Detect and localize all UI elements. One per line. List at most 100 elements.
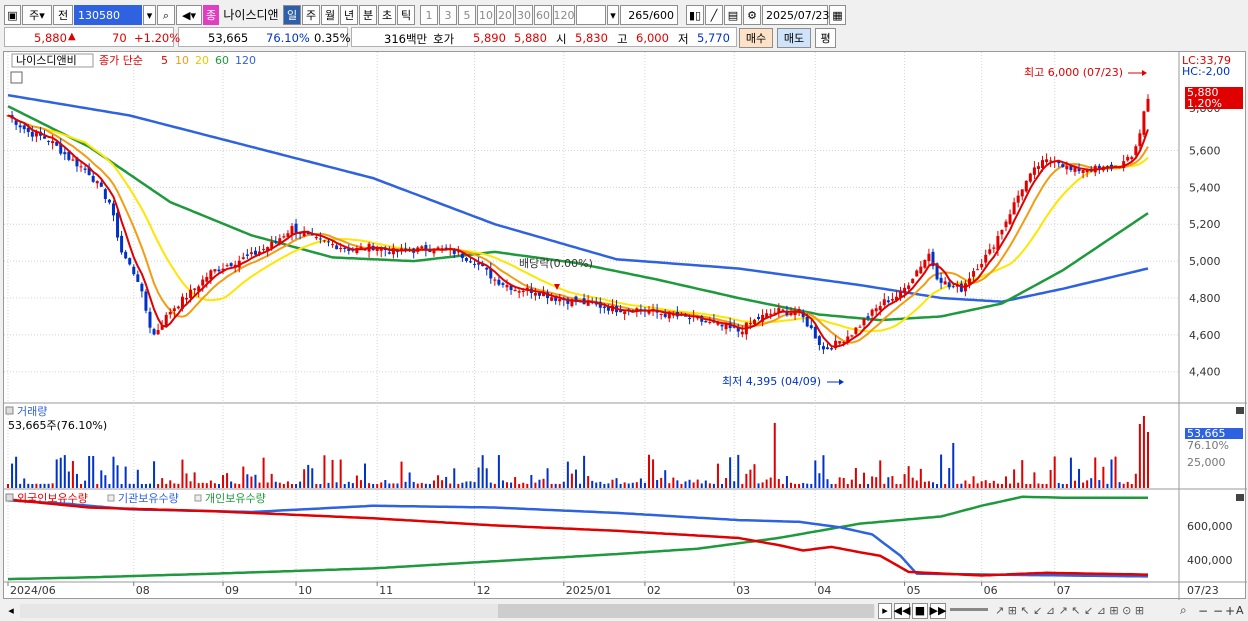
- mode-select[interactable]: 전: [53, 5, 73, 25]
- volume-bar: [664, 470, 667, 488]
- screen-icon[interactable]: ▣: [4, 5, 21, 25]
- volume-bar: [416, 483, 419, 488]
- interval-tab[interactable]: 5: [458, 5, 476, 25]
- zoom-search-icon[interactable]: ⌕: [1180, 603, 1187, 618]
- volume-bar: [299, 481, 302, 488]
- candle-body: [817, 336, 821, 345]
- volume-bar: [359, 480, 362, 488]
- rewind-icon[interactable]: ◀◀: [894, 602, 910, 619]
- zoom-out-icon[interactable]: −: [1198, 604, 1208, 618]
- scrollbar-track[interactable]: [20, 603, 875, 618]
- interval-dropdown-icon[interactable]: ▾: [607, 5, 619, 25]
- holdings-panel-icon[interactable]: [5, 493, 14, 502]
- interval-tab[interactable]: 3: [439, 5, 457, 25]
- period-tab[interactable]: 틱: [397, 5, 415, 25]
- speaker-icon[interactable]: ◀▾: [176, 5, 202, 25]
- font-size-icon[interactable]: A: [1236, 604, 1244, 617]
- volume-bar: [59, 457, 62, 488]
- period-tab[interactable]: 초: [378, 5, 396, 25]
- interval-tab[interactable]: 1: [420, 5, 438, 25]
- x-tick-label: 02: [647, 584, 661, 597]
- sell-button[interactable]: 매도: [777, 28, 811, 48]
- eval-button[interactable]: 평: [815, 28, 836, 48]
- type-select[interactable]: 주 ▾: [22, 5, 52, 25]
- period-tab[interactable]: 월: [321, 5, 339, 25]
- count-field[interactable]: 265/600: [620, 5, 678, 25]
- stock-name: 나이스디앤: [223, 8, 279, 22]
- holdings-close-icon[interactable]: [1236, 494, 1244, 501]
- volume-bar: [599, 481, 602, 488]
- candle-body: [903, 287, 907, 293]
- volume-bar: [295, 483, 298, 488]
- period-tab[interactable]: 년: [340, 5, 358, 25]
- volume-bar: [1045, 483, 1048, 488]
- volume-bar: [976, 483, 979, 488]
- volume-bar: [1069, 457, 1072, 488]
- gear-icon[interactable]: ⚙: [743, 5, 761, 25]
- indiv-legend: 개인보유수량: [205, 492, 266, 505]
- candle-body: [464, 257, 468, 261]
- interval-tab[interactable]: 60: [534, 5, 552, 25]
- volume-bar: [331, 459, 334, 488]
- volume-bar: [1078, 468, 1081, 488]
- search-icon[interactable]: ⌕: [157, 5, 175, 25]
- candle-body: [290, 226, 294, 235]
- volume-bar: [810, 483, 813, 488]
- volume-bar: [1013, 469, 1016, 488]
- volume-bar: [124, 466, 127, 488]
- candle-body: [882, 299, 886, 306]
- candle-body: [1130, 157, 1134, 159]
- forward-icon[interactable]: ▶▶: [930, 602, 946, 619]
- scroll-left-icon[interactable]: ◂: [4, 603, 18, 619]
- interval-tab[interactable]: 10: [477, 5, 495, 25]
- date-field[interactable]: 2025/07/23: [762, 5, 829, 25]
- bottom-bar: ◂ ▸ ◀◀ ■ ▶▶ ↗ ⊞ ↖ ↙ ⊿ ↗ ↖ ↙ ⊿ ⊞ ⊙ ⊞ ⌕ − …: [0, 600, 1248, 621]
- zoom-minus-icon[interactable]: −: [1213, 604, 1223, 618]
- volume-panel-icon[interactable]: [5, 406, 14, 415]
- draw-tools-icon[interactable]: ↗ ⊞ ↖ ↙ ⊿ ↗ ↖ ↙ ⊿ ⊞ ⊙ ⊞: [995, 604, 1144, 617]
- volume-bar: [189, 481, 192, 488]
- volume-bar: [15, 456, 18, 488]
- interval-input[interactable]: [576, 5, 606, 25]
- volume-bar: [153, 461, 156, 488]
- candle-body: [172, 308, 176, 312]
- volume-bar: [424, 483, 427, 488]
- volume-bar: [761, 482, 764, 488]
- period-tab[interactable]: 일: [283, 5, 301, 25]
- candle-body: [497, 279, 501, 285]
- scrollbar-thumb[interactable]: [498, 603, 874, 618]
- interval-tab[interactable]: 30: [515, 5, 533, 25]
- zoom-in-icon[interactable]: +: [1225, 604, 1235, 618]
- candle-body: [623, 311, 627, 315]
- code-input[interactable]: 130580: [74, 5, 142, 25]
- volume-bar: [501, 480, 504, 488]
- volume-bar: [222, 475, 225, 488]
- open-price: 5,830: [575, 31, 608, 45]
- calendar-icon[interactable]: ▦: [829, 5, 846, 25]
- draw-tool-icon[interactable]: ╱: [705, 5, 723, 25]
- volume-bar: [112, 456, 115, 488]
- volume-bar: [558, 483, 561, 488]
- volume-close-icon[interactable]: [1236, 407, 1244, 414]
- candle-icon[interactable]: ▮▯: [686, 5, 704, 25]
- zoom-slider[interactable]: [950, 608, 988, 611]
- interval-tab[interactable]: 120: [553, 5, 575, 25]
- candle-body: [185, 297, 189, 300]
- volume-bar: [704, 480, 707, 488]
- volume-bar: [858, 483, 861, 488]
- volume-bar: [1102, 466, 1105, 488]
- volume-bar: [566, 461, 569, 488]
- volume-bar: [863, 472, 866, 488]
- period-tab[interactable]: 주: [302, 5, 320, 25]
- volume-bar: [850, 479, 853, 488]
- volume-bar: [67, 471, 70, 488]
- candle-body: [708, 321, 712, 323]
- scroll-right-icon[interactable]: ▸: [878, 602, 892, 619]
- interval-tab[interactable]: 20: [496, 5, 514, 25]
- period-tab[interactable]: 분: [359, 5, 377, 25]
- buy-button[interactable]: 매수: [739, 28, 773, 48]
- code-dropdown-icon[interactable]: ▾: [143, 5, 156, 25]
- save-icon[interactable]: ▤: [724, 5, 742, 25]
- stop-icon[interactable]: ■: [912, 602, 928, 619]
- chart-menu-icon[interactable]: [10, 71, 23, 84]
